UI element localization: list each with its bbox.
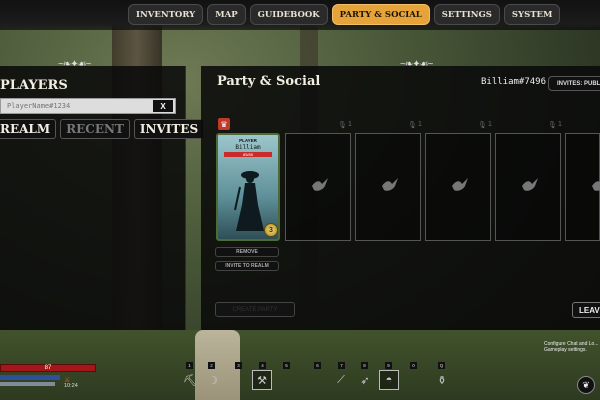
tab-guidebook[interactable]: GUIDEBOOK (249, 4, 328, 25)
hotbar-key: 1 (186, 362, 193, 369)
hotbar-key: 5 (283, 362, 290, 369)
hotbar-key: 3 (235, 362, 242, 369)
hotbar-key: 0 (410, 362, 417, 369)
chat-button[interactable]: ❦ (577, 376, 595, 394)
card-label: PLAYER (239, 138, 257, 143)
invite-to-realm-button[interactable]: INVITE TO REALM (215, 261, 279, 271)
bird-icon (522, 178, 538, 191)
empty-party-slot[interactable] (355, 133, 421, 241)
pickaxe-icon[interactable]: ⛏ (180, 370, 200, 390)
search-clear-button[interactable]: X (153, 100, 173, 112)
helmet-icon[interactable]: ◓ (379, 370, 399, 390)
bird-icon (592, 181, 600, 191)
invites-setting-button[interactable]: INVITES: PUBLIC (548, 76, 600, 91)
potion-icon[interactable]: ⚱ (432, 370, 452, 390)
crossed-tools-icon[interactable]: ⚒ (252, 370, 272, 390)
hotbar-key: 2 (208, 362, 215, 369)
empty-party-slot[interactable] (285, 133, 351, 241)
tab-realm[interactable]: REALM (0, 119, 57, 139)
empty-party-slot[interactable] (425, 133, 491, 241)
players-subtabs: REALM RECENT INVITES (0, 119, 205, 139)
hotbar-key: 7 (338, 362, 345, 369)
tab-system[interactable]: SYSTEM (503, 4, 561, 25)
bird-icon (312, 178, 328, 191)
hotbar-key: 8 (361, 362, 368, 369)
empty-party-slot[interactable] (495, 133, 561, 241)
mana-bar (0, 375, 60, 380)
empty-hotbar-slot[interactable] (228, 370, 248, 390)
player-search: X (0, 98, 176, 114)
tab-party-social[interactable]: PARTY & SOCIAL (331, 4, 430, 25)
slot-voice-count: 1 (348, 121, 352, 128)
voice-icon: 🎙︎ (408, 122, 417, 129)
leave-button[interactable]: LEAVE (572, 302, 600, 318)
chat-settings-hint: Configure Chat and Lo... Gameplay settin… (544, 341, 599, 353)
stamina-bar (0, 382, 55, 386)
create-party-button[interactable]: CREATE PARTY (215, 302, 295, 317)
hotbar-key: 9 (385, 362, 392, 369)
character-silhouette-icon (234, 171, 264, 231)
player-search-input[interactable] (1, 99, 151, 113)
party-title: Party & Social (217, 74, 321, 89)
tab-inventory[interactable]: INVENTORY (128, 4, 204, 25)
voice-icon: 🎙︎ (548, 122, 557, 129)
tab-settings[interactable]: SETTINGS (433, 4, 500, 25)
player-card[interactable]: PLAYER Billiam 85/85 3 (216, 133, 280, 241)
sickle-icon[interactable]: ☽ (203, 370, 223, 390)
tab-recent[interactable]: RECENT (60, 119, 130, 139)
slot-voice-count: 1 (418, 121, 422, 128)
wand-icon[interactable]: ⟋ (331, 370, 351, 390)
party-leader-icon: ♛ (218, 118, 230, 130)
card-health: 85/85 (224, 152, 272, 157)
voice-icon: 🎙︎ (338, 122, 347, 129)
nav-tabs: INVENTORY MAP GUIDEBOOK PARTY & SOCIAL S… (128, 4, 561, 25)
health-bar: 87 (0, 364, 96, 372)
clock: 10:24 (64, 383, 78, 389)
empty-hotbar-slot[interactable] (307, 370, 327, 390)
remove-button[interactable]: REMOVE (215, 247, 279, 257)
hotbar-key: Q (438, 362, 445, 369)
players-title: PLAYERS (0, 78, 68, 93)
hotbar-key: 4 (259, 362, 266, 369)
level-badge: 3 (264, 223, 278, 237)
voice-icon: 🎙︎ (478, 122, 487, 129)
empty-party-slot[interactable] (565, 133, 600, 241)
tab-map[interactable]: MAP (207, 4, 246, 25)
card-player-name: Billiam (235, 144, 261, 151)
empty-hotbar-slot[interactable] (276, 370, 296, 390)
hotbar-key: 6 (314, 362, 321, 369)
slot-voice-count: 1 (558, 121, 562, 128)
top-navigation-bar: INVENTORY MAP GUIDEBOOK PARTY & SOCIAL S… (0, 0, 600, 30)
tab-invites[interactable]: INVITES (133, 119, 205, 139)
empty-hotbar-slot[interactable] (403, 370, 423, 390)
bird-icon (382, 178, 398, 191)
bird-icon (452, 178, 468, 191)
user-id: Billiam#7496 (481, 77, 547, 87)
horn-icon[interactable]: ➶ (355, 370, 375, 390)
slot-voice-count: 1 (488, 121, 492, 128)
